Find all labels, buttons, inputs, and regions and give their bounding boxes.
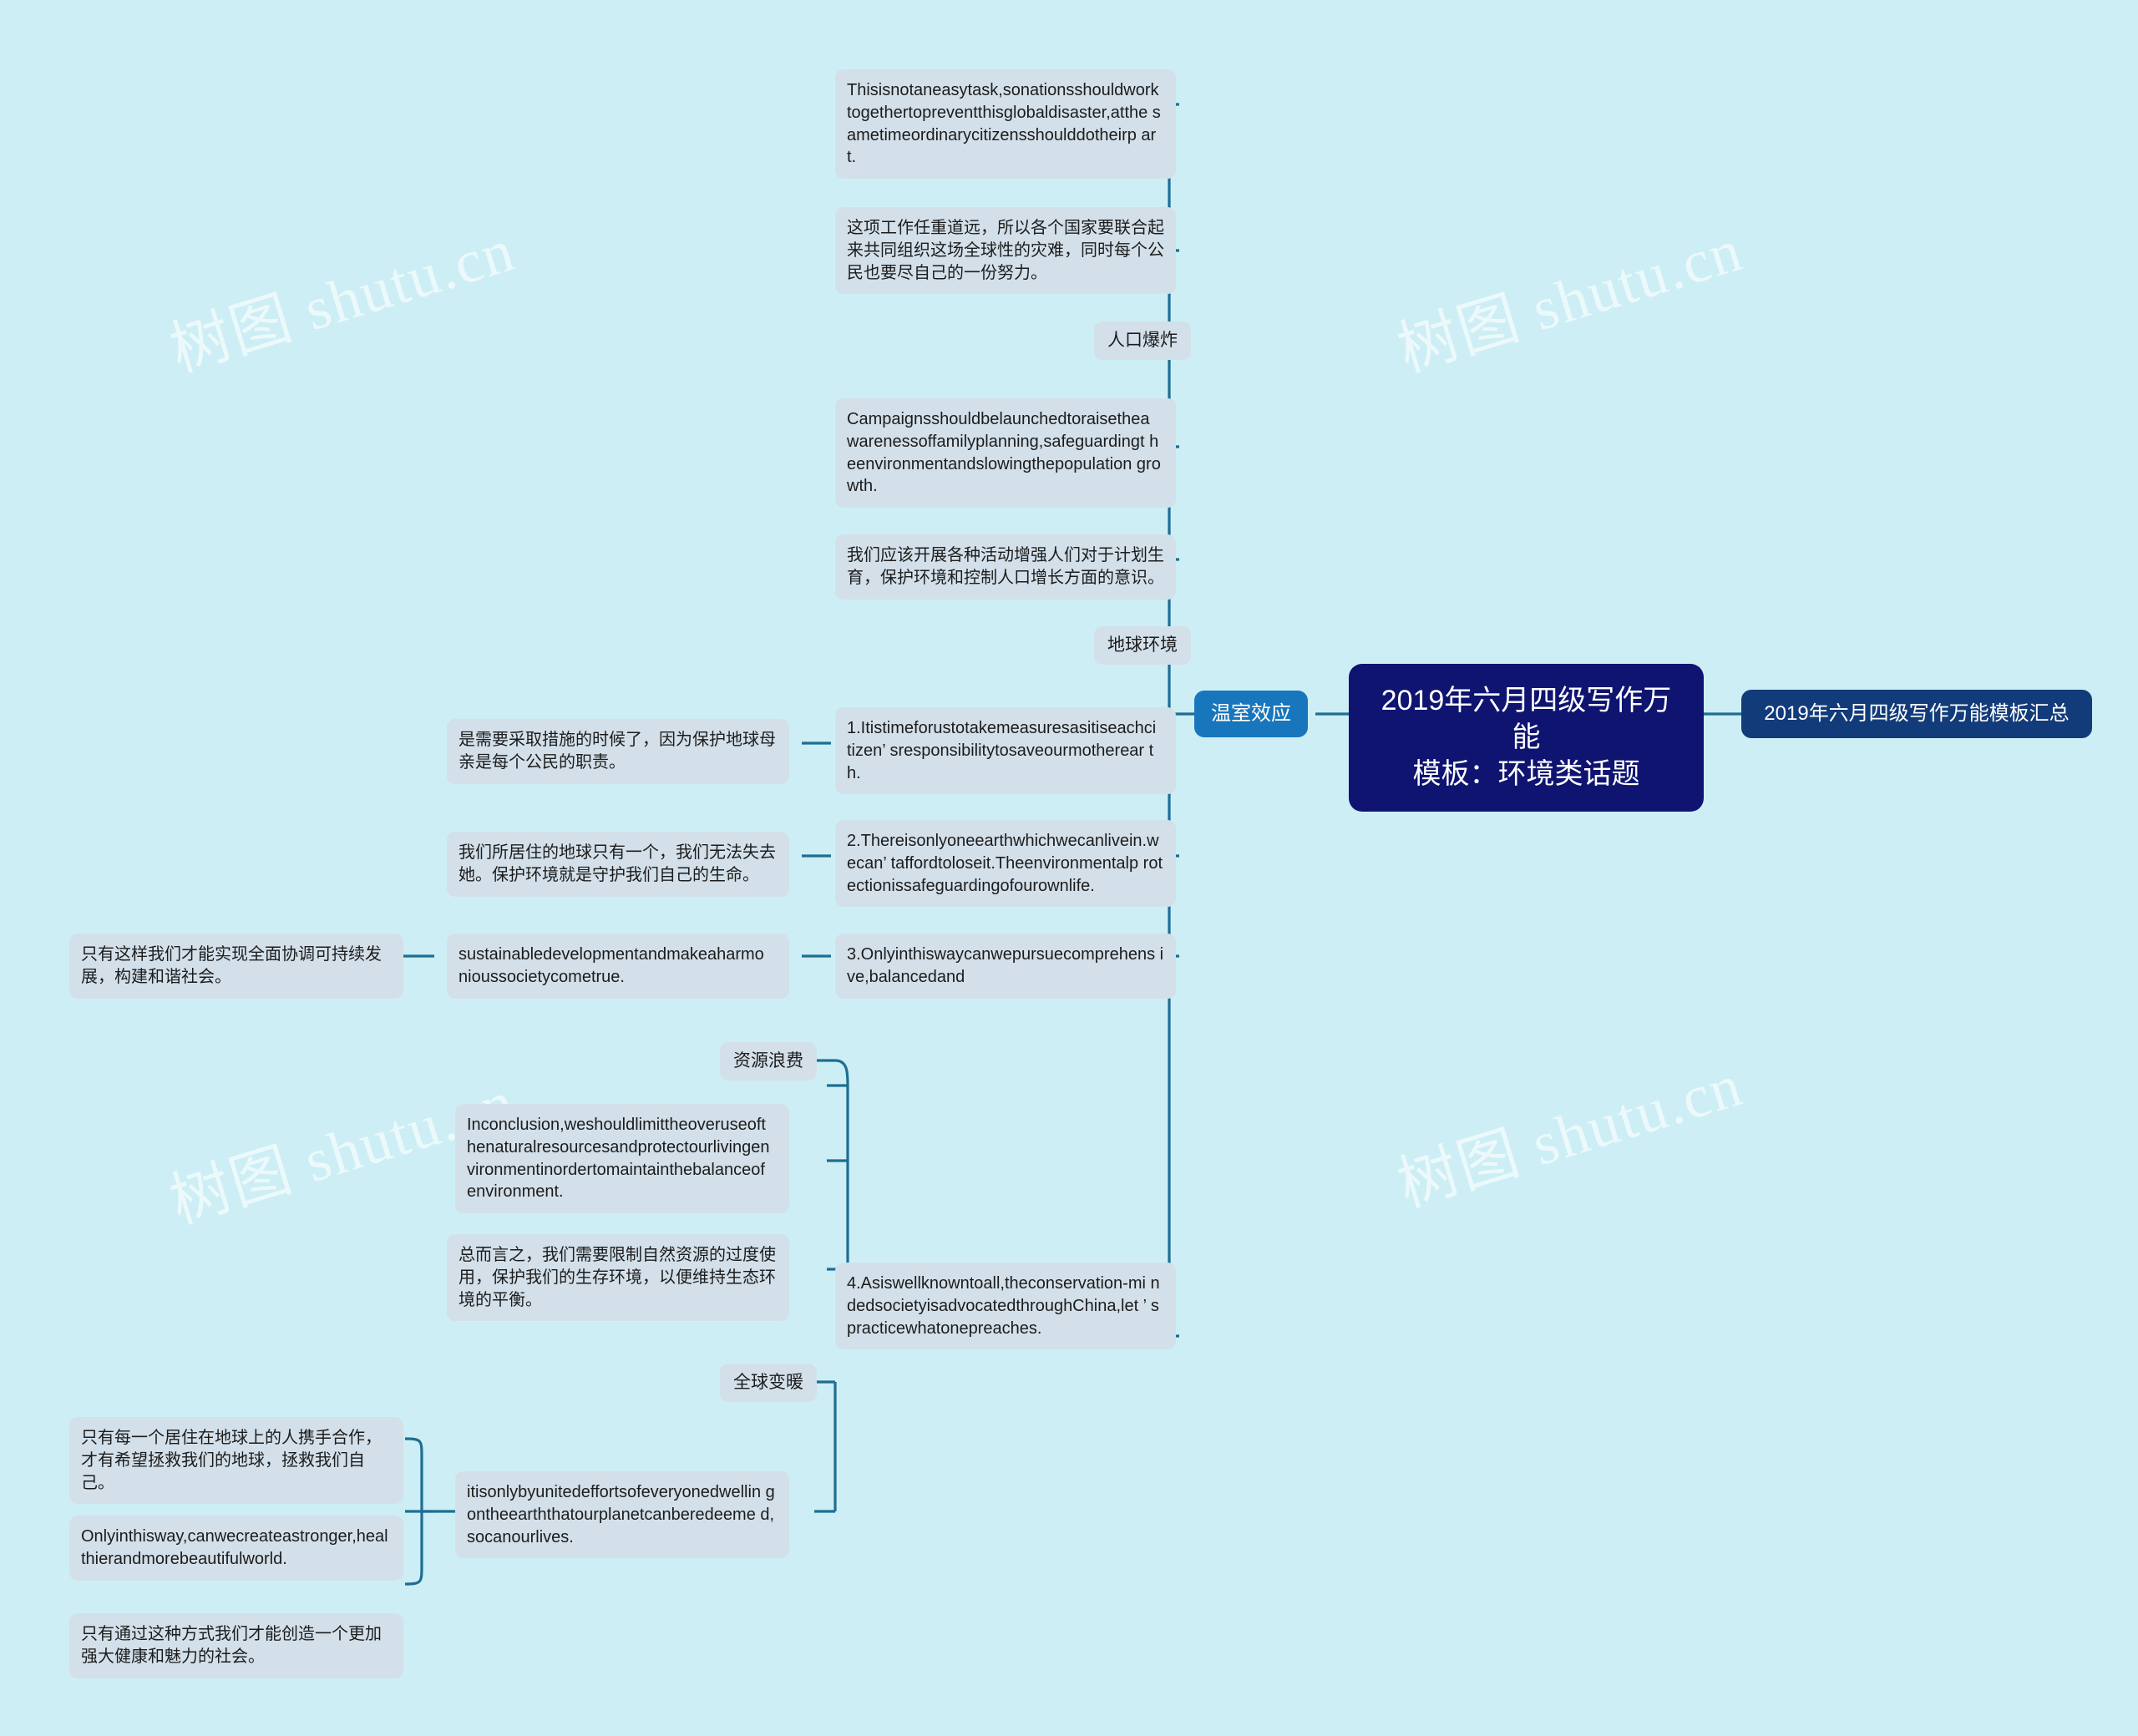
topic-earth-environment[interactable]: 地球环境 (1094, 626, 1191, 666)
related-node[interactable]: 2019年六月四级写作万能模板汇总 (1741, 690, 2092, 739)
leaf-global-warming-cn-1[interactable]: 只有每一个居住在地球上的人携手合作，才有希望拯救我们的地球，拯救我们自己。 (69, 1417, 403, 1505)
mindmap-canvas: 树图 shutu.cn 树图 shutu.cn 树图 shutu.cn 树图 s… (0, 0, 2138, 1736)
leaf-resource-waste-en[interactable]: Inconclusion,weshouldlimittheoveruseoft … (455, 1104, 789, 1214)
leaf-point-1-en[interactable]: 1.Itistimeforustotakemeasuresasitiseachc… (835, 707, 1176, 795)
leaf-global-warming-en[interactable]: itisonlybyunitedeffortsofeveryonedwellin… (455, 1471, 789, 1559)
leaf-point-2-cn[interactable]: 我们所居住的地球只有一个，我们无法失去她。保护环境就是守护我们自己的生命。 (447, 832, 789, 897)
leaf-global-warming-cn-2[interactable]: 只有通过这种方式我们才能创造一个更加强大健康和魅力的社会。 (69, 1613, 403, 1678)
leaf-population-explosion-en[interactable]: Thisisnotaneasytask,sonationsshouldwork … (835, 69, 1176, 180)
root-node[interactable]: 2019年六月四级写作万能 模板：环境类话题 (1349, 664, 1704, 812)
leaf-earth-environment-cn[interactable]: 我们应该开展各种活动增强人们对于计划生育，保护环境和控制人口增长方面的意识。 (835, 534, 1176, 600)
branch-greenhouse-effect[interactable]: 温室效应 (1194, 691, 1308, 738)
leaf-point-1-cn[interactable]: 是需要采取措施的时候了，因为保护地球母亲是每个公民的职责。 (447, 719, 789, 784)
leaf-point-3-cn[interactable]: 只有这样我们才能实现全面协调可持续发展，构建和谐社会。 (69, 934, 403, 999)
watermark: 树图 shutu.cn (1390, 216, 1750, 385)
leaf-point-4-en[interactable]: 4.Asiswellknowntoall,theconservation-mi … (835, 1263, 1176, 1350)
leaf-resource-waste-cn[interactable]: 总而言之，我们需要限制自然资源的过度使用，保护我们的生存环境，以便维持生态环境的… (447, 1234, 789, 1322)
leaf-population-explosion-cn[interactable]: 这项工作任重道远，所以各个国家要联合起来共同组织这场全球性的灾难，同时每个公民也… (835, 207, 1176, 295)
watermark: 树图 shutu.cn (1390, 1051, 1750, 1220)
leaf-point-3-en[interactable]: 3.Onlyinthiswaycanwepursuecomprehens ive… (835, 934, 1176, 999)
topic-resource-waste[interactable]: 资源浪费 (720, 1042, 817, 1081)
topic-population-explosion[interactable]: 人口爆炸 (1094, 321, 1191, 361)
watermark: 树图 shutu.cn (162, 216, 523, 385)
leaf-earth-environment-en[interactable]: Campaignsshouldbelaunchedtoraisethea war… (835, 398, 1176, 509)
topic-global-warming[interactable]: 全球变暖 (720, 1364, 817, 1403)
leaf-global-warming-en-2[interactable]: Onlyinthisway,canwecreateastronger,heal … (69, 1516, 403, 1581)
leaf-point-2-en[interactable]: 2.Thereisonlyoneearthwhichwecanlivein.w … (835, 820, 1176, 908)
leaf-point-3-en-continued[interactable]: sustainabledevelopmentandmakeaharmo niou… (447, 934, 789, 999)
